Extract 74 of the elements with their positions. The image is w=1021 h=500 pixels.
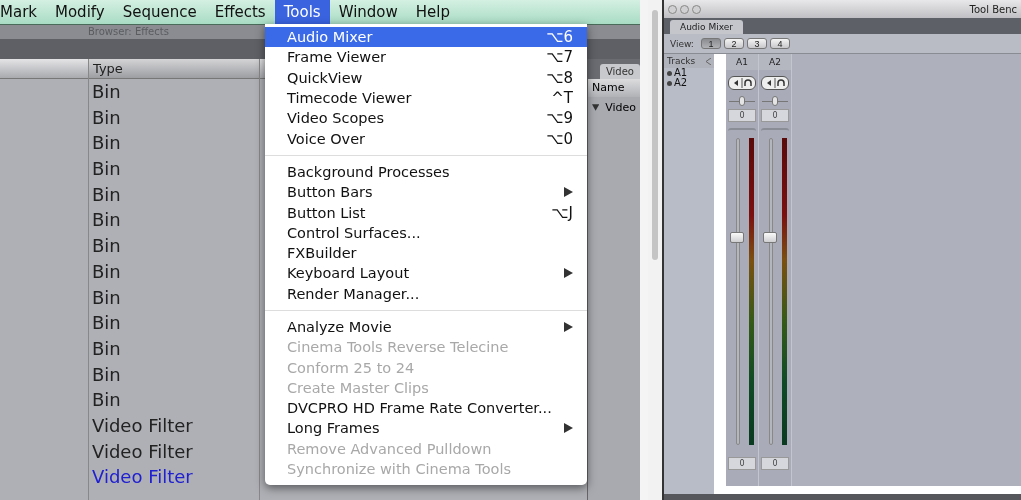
speaker-headphones-button[interactable] [728,76,756,90]
disclosure-triangle-icon[interactable] [592,104,600,111]
row-label: Video [605,101,636,114]
table-cell-text: Bin [91,285,122,310]
table-cell-text: Bin [91,336,122,361]
view-button[interactable]: 4 [769,38,790,49]
window-title: Tool Benc [968,3,1017,15]
table-cell-text: Bin [91,362,122,387]
column-header[interactable]: Name [588,79,640,97]
menu-item[interactable]: Frame Viewer ⌥7 [265,47,587,68]
table-cell-text: Bin [91,208,122,233]
menu-bar-item[interactable]: Effects [205,0,275,24]
table-cell-text: Bin [91,131,122,156]
level-value[interactable]: 0 [728,457,756,470]
menu-bar-item[interactable]: Window [329,0,407,24]
menu-item[interactable]: Voice Over ⌥0 [265,128,587,149]
table-cell-text: Video Filter [91,413,194,438]
column-header[interactable] [0,59,88,79]
view-button[interactable]: 3 [746,38,767,49]
view-label: View: [670,38,694,49]
menu-item[interactable]: Analyze Movie [265,316,587,338]
menu-item[interactable]: Button Bars [265,182,587,203]
tracks-header: Tracks [667,56,696,66]
table-cell-text: Video Filter [91,465,194,490]
menu-item[interactable]: Keyboard Layout [265,263,587,284]
level-value[interactable]: 0 [761,457,789,470]
speaker-headphones-button[interactable] [761,76,789,90]
track-dot [667,70,672,76]
menu-item[interactable]: Background Processes [265,161,587,183]
menu-item[interactable]: FXBuilder [265,242,587,264]
channel-name: A2 [759,54,791,70]
menu-bar-item[interactable]: Sequence [113,0,206,24]
menu-bar-item[interactable]: Tools [274,0,330,24]
track-dot [667,80,672,86]
column-header[interactable]: Type [89,59,259,79]
menu-bar-item[interactable]: Mark [0,0,46,24]
menu-item[interactable]: QuickView ⌥8 [265,67,587,88]
table-cell-text: Bin [91,182,122,207]
track-name[interactable]: A1 [674,68,688,78]
tab[interactable]: Audio Mixer [670,20,743,34]
menu-item[interactable]: Timecode Viewer ^T [265,87,587,109]
view-button[interactable]: 1 [700,38,721,49]
volume-fader[interactable] [729,138,746,445]
table-cell-text: Bin [91,234,122,259]
table-cell-text: Bin [91,80,122,104]
pan-slider[interactable] [762,96,788,106]
table-cell-text: Bin [91,388,122,413]
menu-item[interactable]: Button List ⌥J [265,202,587,223]
tab[interactable]: Video [599,64,640,79]
track-name[interactable]: A2 [674,78,688,88]
submenu-arrow-icon [564,423,573,434]
pan-slider[interactable] [729,96,755,106]
view-button[interactable]: 2 [723,38,744,49]
submenu-arrow-icon [564,187,573,198]
table-cell-text: Bin [91,105,122,130]
menu-item[interactable]: Render Manager... [265,283,587,304]
submenu-arrow-icon [564,268,573,279]
scrollbar-thumb[interactable] [652,10,658,260]
menu-bar-item[interactable]: Modify [46,0,114,24]
pan-value[interactable]: 0 [761,109,789,122]
channel-name: A1 [726,54,758,70]
submenu-arrow-icon [564,322,573,332]
pan-value[interactable]: 0 [728,109,756,122]
menu-item[interactable]: Control Surfaces... [265,222,587,243]
table-cell-text: Video Filter [91,439,194,464]
table-cell-text: Bin [91,157,122,182]
menu-item[interactable]: Long Frames [265,418,587,439]
table-cell-text: Bin [91,311,122,336]
menu-item[interactable]: DVCPRO HD Frame Rate Converter... [265,398,587,419]
menu-bar-item[interactable]: Help [406,0,459,24]
table-cell-text: Bin [91,259,122,284]
menu-item[interactable]: Video Scopes ⌥9 [265,108,587,129]
menu-item[interactable]: Audio Mixer ⌥6 [265,27,587,48]
volume-fader[interactable] [762,138,779,445]
